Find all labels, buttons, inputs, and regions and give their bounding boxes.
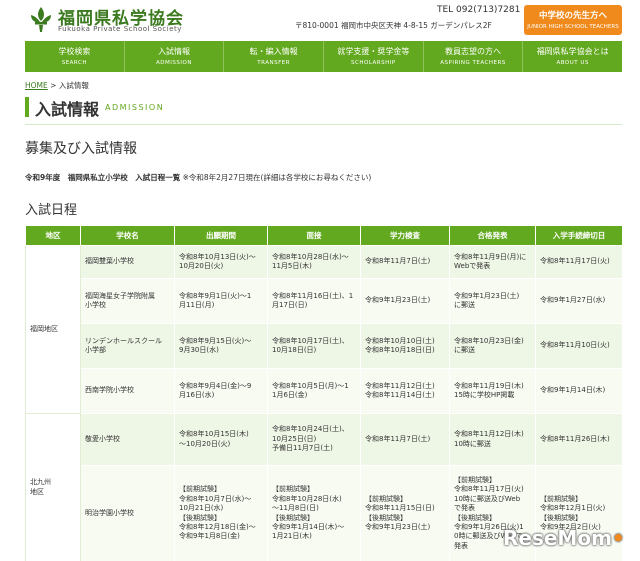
intro-note: ※令和8年2月27日現在(詳細は各学校にお尋ねください)	[180, 173, 372, 182]
nav-label: 教員志望の方へ	[445, 47, 502, 56]
interview-date: 令和8年10月5日(月)～1 1月6日(金)	[267, 368, 361, 414]
result-date: 令和8年11月9日(月)に Webで発表	[449, 245, 536, 279]
apply-period: 令和8年9月1日(火)～1 月11日(月)	[174, 278, 268, 324]
area-cell: 北九州 地区	[25, 413, 81, 561]
site-header: 福岡県私学協会 Fukuoka Private School Society T…	[0, 0, 640, 40]
watermark-text: ReseMom	[503, 526, 612, 550]
deadline-date: 令和8年11月17日(火)	[535, 245, 623, 279]
apply-period: 令和8年9月4日(金)～9 月16日(水)	[174, 368, 268, 414]
apply-period: 令和8年9月15日(火)～ 9月30日(水)	[174, 323, 268, 369]
column-header: 地区	[25, 225, 81, 246]
global-nav: 学校検索 SEARCH 入試情報 ADMISSION 転・編入情報 TRANSFER …	[25, 41, 622, 72]
column-header: 学力検査	[360, 225, 450, 246]
column-header: 学校名	[80, 225, 175, 246]
result-date: 令和8年11月12日(木) 10時に郵送	[449, 413, 536, 466]
logo-subtitle: Fukuoka Private School Society	[58, 25, 182, 33]
breadcrumb: HOME > 入試情報	[25, 80, 89, 91]
exam-date: 令和8年11月7日(土)	[360, 245, 450, 279]
breadcrumb-home-link[interactable]: HOME	[25, 81, 48, 90]
fleur-de-lis-logo-icon[interactable]	[28, 5, 54, 35]
watermark-dot: •	[611, 526, 625, 550]
school-name: 福岡雙葉小学校	[80, 245, 175, 279]
nav-label-en: ADMISSION	[156, 60, 192, 66]
phone-number: TEL 092(713)7281	[437, 5, 521, 15]
nav-item-search[interactable]: 学校検索 SEARCH	[25, 41, 125, 72]
column-header: 出願期間	[174, 225, 268, 246]
table-row: 北九州 地区 敬愛小学校 令和8年10月15日(木) ～10月20日(火) 令和…	[25, 413, 623, 561]
section-title: 募集及び入試情報	[25, 141, 137, 157]
deadline-date: 令和8年11月10日(火)	[535, 323, 623, 369]
interview-date: 【前期試験】 令和8年10月28日(水) ～11月8日(日) 【後期試験】 令和…	[267, 465, 361, 561]
school-name: リンデンホールスクール 小学部	[80, 323, 175, 369]
heading-accent-bar	[25, 97, 29, 117]
deadline-date: 令和8年11月26日(木)	[535, 413, 623, 466]
nav-label: 入試情報	[158, 47, 190, 56]
interview-date: 令和8年10月17日(土)、 10月18日(日)	[267, 323, 361, 369]
column-header: 入学手続締切日	[535, 225, 623, 246]
table-row: リンデンホールスクール 小学部 令和8年9月15日(火)～ 9月30日(水) 令…	[26, 323, 623, 369]
apply-period: 【前期試験】 令和8年10月7日(水)～ 10月21日(水) 【後期試験】 令和…	[174, 465, 268, 561]
interview-date: 令和8年10月24日(土)、 10月25日(日) 予備日11月7日(土)	[267, 413, 361, 466]
nav-item-aspiring-teachers[interactable]: 教員志望の方へ ASPIRING TEACHERS	[424, 41, 524, 72]
table-row: 福岡地区 福岡雙葉小学校 令和8年10月13日(火)～ 10月20日(火) 令和…	[25, 245, 623, 414]
breadcrumb-current: 入試情報	[58, 81, 89, 90]
schedule-table: 地区 学校名 出願期間 面接 学力検査 合格発表 入学手続締切日 福岡地区 福岡…	[25, 225, 623, 561]
table-header-row: 地区 学校名 出願期間 面接 学力検査 合格発表 入学手続締切日	[25, 225, 623, 246]
nav-label-en: SCHOLARSHIP	[351, 60, 396, 66]
nav-label-en: ABOUT US	[556, 60, 589, 66]
nav-label-en: TRANSFER	[257, 60, 291, 66]
address: 〒810-0001 福岡市中央区天神 4-8-15 ガーデンパレス2F	[295, 21, 492, 30]
exam-date: 令和8年10月10日(土) 令和8年10月18日(日)	[360, 323, 450, 369]
apply-period: 令和8年10月15日(木) ～10月20日(火)	[174, 413, 268, 466]
table-row: 西南学院小学校 令和8年9月4日(金)～9 月16日(水) 令和8年10月5日(…	[26, 368, 623, 414]
school-name: 明治学園小学校	[80, 465, 175, 561]
interview-date: 令和8年10月28日(水)～ 11月5日(木)	[267, 245, 361, 279]
deadline-date: 令和9年1月14日(木)	[535, 368, 623, 414]
intro-text: 令和9年度 福岡県私立小学校 入試日程一覧 ※令和8年2月27日現在(詳細は各学…	[25, 172, 371, 183]
result-date: 令和9年1月23日(土) に郵送	[449, 278, 536, 324]
result-date: 令和8年11月19日(木) 15時に学校HP掲載	[449, 368, 536, 414]
nav-item-transfer[interactable]: 転・編入情報 TRANSFER	[224, 41, 325, 72]
page-title: 入試情報	[35, 100, 100, 119]
result-date: 令和8年10月23日(金) に郵送	[449, 323, 536, 369]
nav-label-en: ASPIRING TEACHERS	[440, 60, 506, 66]
schedule-title: 入試日程	[25, 203, 78, 218]
apply-period: 令和8年10月13日(火)～ 10月20日(火)	[174, 245, 268, 279]
school-name: 敬愛小学校	[80, 413, 175, 466]
nav-label: 福岡県私学協会とは	[536, 47, 609, 56]
school-name: 福岡海星女子学院附属 小学校	[80, 278, 175, 324]
exam-date: 令和9年1月23日(土)	[360, 278, 450, 324]
exam-date: 令和8年11月7日(土)	[360, 413, 450, 466]
page-heading: 入試情報 ADMISSION	[25, 95, 622, 125]
nav-label: 転・編入情報	[249, 47, 298, 56]
nav-label: 就学支援・奨学金等	[337, 47, 410, 56]
resemom-watermark: ReseMom•	[503, 526, 625, 550]
teacher-button-sub: JUNIOR HIGH SCHOOL TEACHERS	[527, 24, 619, 30]
nav-item-scholarship[interactable]: 就学支援・奨学金等 SCHOLARSHIP	[324, 41, 424, 72]
junior-high-teachers-button[interactable]: 中学校の先生方へ JUNIOR HIGH SCHOOL TEACHERS	[524, 5, 622, 35]
area-cell: 福岡地区	[25, 245, 81, 414]
school-name: 西南学院小学校	[80, 368, 175, 414]
nav-item-about-us[interactable]: 福岡県私学協会とは ABOUT US	[523, 41, 622, 72]
nav-label-en: SEARCH	[61, 60, 87, 66]
column-header: 合格発表	[449, 225, 536, 246]
exam-date: 【前期試験】 令和8年11月15日(日) 【後期試験】 令和9年1月23日(土)	[360, 465, 450, 561]
exam-date: 令和8年11月12日(土) 令和8年11月14日(土)	[360, 368, 450, 414]
column-header: 面接	[267, 225, 361, 246]
interview-date: 令和8年11月16日(土)、1 月17日(日)	[267, 278, 361, 324]
teacher-button-label: 中学校の先生方へ	[538, 11, 607, 21]
table-row: 福岡海星女子学院附属 小学校 令和8年9月1日(火)～1 月11日(月) 令和8…	[26, 278, 623, 324]
breadcrumb-separator: >	[47, 81, 59, 90]
nav-label: 学校検索	[58, 47, 91, 56]
intro-bold: 令和9年度 福岡県私立小学校 入試日程一覧	[25, 173, 181, 182]
page-title-en: ADMISSION	[105, 103, 165, 112]
nav-item-admission[interactable]: 入試情報 ADMISSION	[125, 41, 225, 72]
deadline-date: 令和9年1月27日(水)	[535, 278, 623, 324]
